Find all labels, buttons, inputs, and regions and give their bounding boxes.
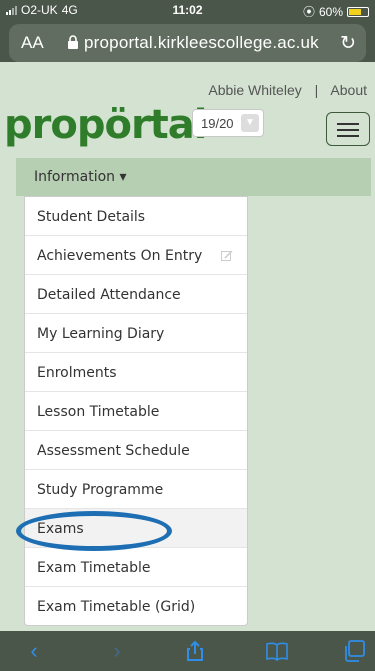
separator: |: [314, 82, 319, 98]
menu-item-label: Achievements On Entry: [37, 248, 203, 264]
nav-bar: Information ▾: [16, 158, 371, 196]
menu-item-label: Detailed Attendance: [37, 287, 181, 303]
menu-item-label: Exam Timetable: [37, 560, 151, 576]
menu-item-lesson-timetable[interactable]: Lesson Timetable: [25, 392, 247, 431]
menu-item-assessment-schedule[interactable]: Assessment Schedule: [25, 431, 247, 470]
information-dropdown-menu: Student Details Achievements On Entry De…: [24, 196, 248, 626]
status-bar: O2-UK 4G 11:02 ⦿ 60%: [0, 0, 375, 20]
text-size-button[interactable]: AA: [21, 33, 44, 53]
browser-toolbar: ‹ ›: [0, 631, 375, 671]
about-link[interactable]: About: [330, 82, 367, 98]
share-icon[interactable]: [183, 639, 207, 663]
url-text[interactable]: proportal.kirkleescollege.ac.uk: [84, 33, 319, 53]
information-dropdown-toggle[interactable]: Information ▾: [34, 169, 127, 185]
chevron-down-icon: ▼: [241, 114, 259, 132]
menu-item-label: Assessment Schedule: [37, 443, 190, 459]
edit-icon: [221, 250, 233, 261]
academic-year-select[interactable]: 19/20 ▼: [192, 109, 264, 137]
battery-icon: [347, 6, 369, 17]
status-right: ⦿ 60%: [303, 3, 369, 20]
user-name-link[interactable]: Abbie Whiteley: [208, 82, 301, 98]
reload-icon[interactable]: ↻: [340, 32, 356, 55]
lock-icon: [68, 35, 78, 49]
hamburger-icon: [337, 123, 359, 125]
url-bar[interactable]: AA proportal.kirkleescollege.ac.uk ↻: [9, 24, 366, 62]
proportal-logo[interactable]: propörtal: [4, 102, 208, 148]
menu-item-label: Study Programme: [37, 482, 164, 498]
year-select-value: 19/20: [201, 116, 234, 131]
menu-item-enrolments[interactable]: Enrolments: [25, 353, 247, 392]
bookmarks-icon[interactable]: [265, 639, 289, 663]
menu-item-exam-timetable-grid[interactable]: Exam Timetable (Grid): [25, 587, 247, 626]
battery-percent: 60%: [318, 4, 343, 19]
back-icon[interactable]: ‹: [22, 639, 46, 663]
menu-item-label: Student Details: [37, 209, 146, 225]
forward-icon[interactable]: ›: [105, 639, 129, 663]
menu-item-label: Exam Timetable (Grid): [37, 599, 196, 615]
menu-item-exam-timetable[interactable]: Exam Timetable: [25, 548, 247, 587]
tabs-icon[interactable]: [342, 639, 366, 663]
menu-item-label: My Learning Diary: [37, 326, 165, 342]
menu-item-study-programme[interactable]: Study Programme: [25, 470, 247, 509]
menu-item-label: Lesson Timetable: [37, 404, 160, 420]
exams-highlight-circle: [16, 511, 172, 551]
menu-item-achievements-on-entry[interactable]: Achievements On Entry: [25, 236, 247, 275]
user-links: Abbie Whiteley | About: [208, 82, 367, 98]
menu-item-my-learning-diary[interactable]: My Learning Diary: [25, 314, 247, 353]
menu-item-label: Enrolments: [37, 365, 117, 381]
menu-item-student-details[interactable]: Student Details: [25, 197, 247, 236]
menu-item-detailed-attendance[interactable]: Detailed Attendance: [25, 275, 247, 314]
alarm-icon: ⦿: [302, 5, 315, 19]
site-header: Abbie Whiteley | About propörtal 19/20 ▼: [0, 62, 375, 158]
hamburger-menu-button[interactable]: [326, 112, 370, 146]
